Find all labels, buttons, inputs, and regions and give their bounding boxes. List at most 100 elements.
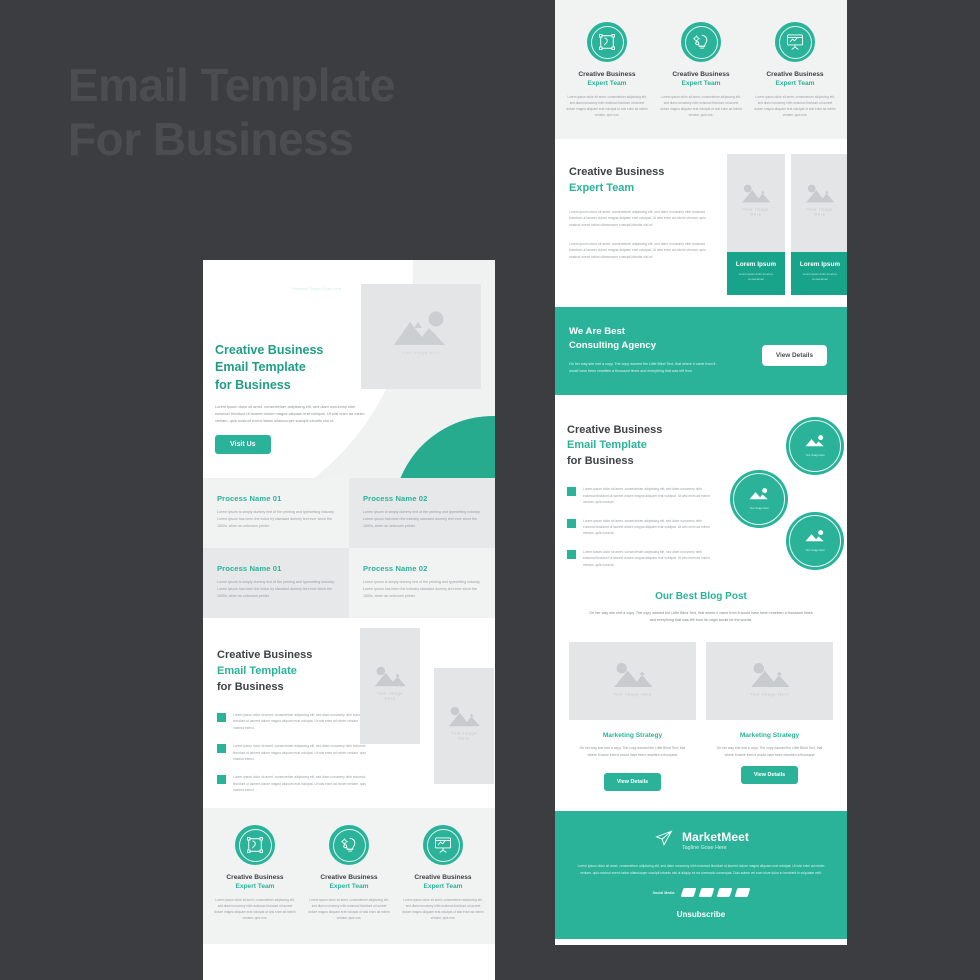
feature-section-circles: Creative Business Email Template for Bus… [555, 394, 847, 585]
icon-card-title: Creative Business [226, 874, 284, 881]
blog-card-text: On her way she met a copy. The copy warn… [579, 746, 686, 758]
hero-paragraph: Lorem ipsum dolor sit amet, consectetuer… [215, 403, 365, 424]
process-title: Process Name 01 [217, 494, 282, 503]
icon-card-text: Lorem ipsum dolor sit amet, consectetuer… [754, 94, 836, 118]
icon-card-title: Creative Business [320, 874, 378, 881]
brand-logo[interactable]: Marketogo Business Slogan Goes Here [215, 277, 341, 295]
hero-heading: Creative Business Email Template for Bus… [215, 343, 324, 392]
process-card[interactable]: Process Name 01 Lorem ipsum is simply du… [203, 478, 349, 548]
mountain-image-icon [448, 706, 480, 726]
process-card[interactable]: Process Name 02 Lorem ipsum is simply du… [349, 478, 495, 548]
process-title: Process Name 02 [363, 494, 428, 503]
icon-card-title: Creative Business [414, 874, 472, 881]
process-text: Lorem ipsum is simply dummy text of the … [217, 580, 335, 598]
icon-card-subtitle: Expert Team [423, 882, 463, 890]
icon-feature-row-right: Creative Business Expert Team Lorem ipsu… [555, 0, 847, 139]
process-text: Lorem ipsum is simply dummy text of the … [217, 510, 335, 528]
presentation-icon [215, 279, 229, 293]
footer: MarketMeet Tagline Gose Here Lorem ipsum… [555, 810, 847, 940]
feature-heading-line3: for Business [217, 680, 284, 693]
mountain-image-icon [742, 184, 771, 203]
icon-card-text: Lorem ipsum dolor sit amet, consectetuer… [308, 897, 390, 921]
bullet-text: Lorem ipsum dolor sit amet, consectetuer… [233, 712, 366, 730]
icon-feature-card[interactable]: Creative Business Expert Team Lorem ipsu… [399, 825, 487, 922]
view-details-button[interactable]: View Details [740, 765, 799, 784]
image-placeholder-label: Your Image Here [805, 549, 825, 553]
backdrop-title: Email Template For Business [68, 59, 396, 166]
circle-feature-heading-line2: Email Template [567, 439, 647, 452]
footer-brand: MarketMeet Tagline Gose Here [575, 829, 827, 852]
team-member-role: Lorem ipsum dolor sit amet, consectetuer [738, 271, 774, 282]
circle-feature-heading-line3: for Business [567, 455, 634, 468]
email-template-page-right: Creative Business Expert Team Lorem ipsu… [555, 0, 847, 945]
blog-card-title: Marketing Strategy [739, 732, 800, 740]
image-placeholder-label: Your Image Here [805, 454, 825, 458]
bullet-square-icon [217, 712, 226, 722]
blog-card[interactable]: Your Image Here Marketing Strategy On he… [706, 642, 833, 791]
view-details-button[interactable]: View Details [603, 772, 662, 791]
icon-card-subtitle: Expert Team [775, 79, 815, 87]
list-item: Lorem ipsum dolor sit amet, consectetuer… [567, 518, 715, 537]
image-placeholder-label: Your Image Here [401, 350, 441, 356]
icon-feature-card[interactable]: Creative Business Expert Team Lorem ipsu… [211, 825, 299, 922]
team-member-photo-placeholder: Your Image Here [727, 153, 785, 252]
team-member-photo-placeholder: Your Image Here [791, 153, 847, 252]
pen-tool-icon [235, 825, 275, 865]
team-member-name: Lorem Ipsum [799, 260, 841, 268]
bullet-text: Lorem ipsum dolor sit amet, consectetuer… [583, 518, 710, 536]
view-details-button[interactable]: View Details [761, 344, 827, 366]
social-icon[interactable] [681, 888, 697, 898]
circle-image-placeholder: Your Image Here [786, 511, 844, 570]
hero-copy: Creative Business Email Template for Bus… [215, 342, 365, 455]
icon-card-subtitle: Expert Team [329, 882, 369, 890]
process-text: Lorem ipsum is simply dummy text of the … [363, 510, 481, 528]
bullet-square-icon [567, 487, 576, 497]
team-paragraph-2: Lorem ipsum dolor sit amet, consectetuer… [569, 241, 706, 259]
icon-card-title: Creative Business [766, 71, 824, 78]
icon-feature-card[interactable]: Creative Business Expert Team Lorem ipsu… [657, 22, 745, 119]
icon-feature-card[interactable]: Creative Business Expert Team Lorem ipsu… [563, 22, 651, 119]
logo-name: Marketogo [234, 281, 288, 293]
feature-heading-line2: Email Template [217, 664, 297, 677]
image-placeholder-label: Your Image Here [749, 507, 769, 511]
mountain-image-icon [805, 530, 824, 542]
bullet-square-icon [567, 549, 576, 559]
team-member-card[interactable]: Your Image Here Lorem Ipsum Lorem ipsum … [791, 153, 847, 296]
hero-teal-shape-bottom [393, 416, 495, 478]
icon-card-subtitle: Expert Team [235, 882, 275, 890]
list-item: Lorem ipsum dolor sit amet, consectetuer… [567, 549, 715, 568]
mountain-image-icon [613, 663, 652, 687]
footer-social-row: Social Media [575, 888, 827, 898]
list-item: Lorem ipsum dolor sit amet, consectetuer… [567, 486, 715, 505]
logo-tagline: Business Slogan Goes Here [292, 287, 342, 291]
icon-card-text: Lorem ipsum dolor sit amet, consectetuer… [402, 897, 484, 921]
circle-feature-heading-line1: Creative Business [567, 423, 663, 436]
unsubscribe-link[interactable]: Unsubscribe [575, 910, 827, 919]
list-item: Lorem ipsum dolor sit amet, consectetuer… [217, 774, 367, 793]
icon-feature-card[interactable]: Creative Business Expert Team Lorem ipsu… [751, 22, 839, 119]
mountain-image-icon [374, 666, 406, 686]
bullet-text: Lorem ipsum dolor sit amet, consectetuer… [583, 549, 710, 567]
team-member-card[interactable]: Your Image Here Lorem Ipsum Lorem ipsum … [727, 153, 785, 296]
social-icon[interactable] [699, 888, 715, 898]
process-card[interactable]: Process Name 01 Lorem ipsum is simply du… [203, 548, 349, 618]
blog-card[interactable]: Your Image Here Marketing Strategy On he… [569, 642, 696, 791]
circle-feature-bullet-list: Lorem ipsum dolor sit amet, consectetuer… [567, 486, 715, 568]
mountain-image-icon [805, 435, 824, 447]
process-card[interactable]: Process Name 02 Lorem ipsum is simply du… [349, 548, 495, 618]
team-heading-line1: Creative Business [569, 165, 665, 178]
icon-card-subtitle: Expert Team [681, 79, 721, 87]
blog-section: Our Best Blog Post On her way she met a … [555, 584, 847, 811]
footer-text: Lorem ipsum dolor sit amet, consectetuer… [577, 863, 825, 875]
presentation-chart-icon [423, 825, 463, 865]
visit-us-button[interactable]: Visit Us [215, 435, 271, 455]
social-icon[interactable] [735, 888, 751, 898]
icon-card-title: Creative Business [578, 71, 636, 78]
blog-card-text: On her way she met a copy. The copy warn… [716, 746, 823, 758]
social-media-label: Social Media [652, 890, 675, 895]
email-template-page-left: Marketogo Business Slogan Goes Here Crea… [203, 260, 495, 980]
icon-feature-card[interactable]: Creative Business Expert Team Lorem ipsu… [305, 825, 393, 922]
circle-feature-heading: Creative Business Email Template for Bus… [567, 423, 715, 471]
icon-card-text: Lorem ipsum dolor sit amet, consectetuer… [660, 94, 742, 118]
social-icon[interactable] [717, 888, 733, 898]
